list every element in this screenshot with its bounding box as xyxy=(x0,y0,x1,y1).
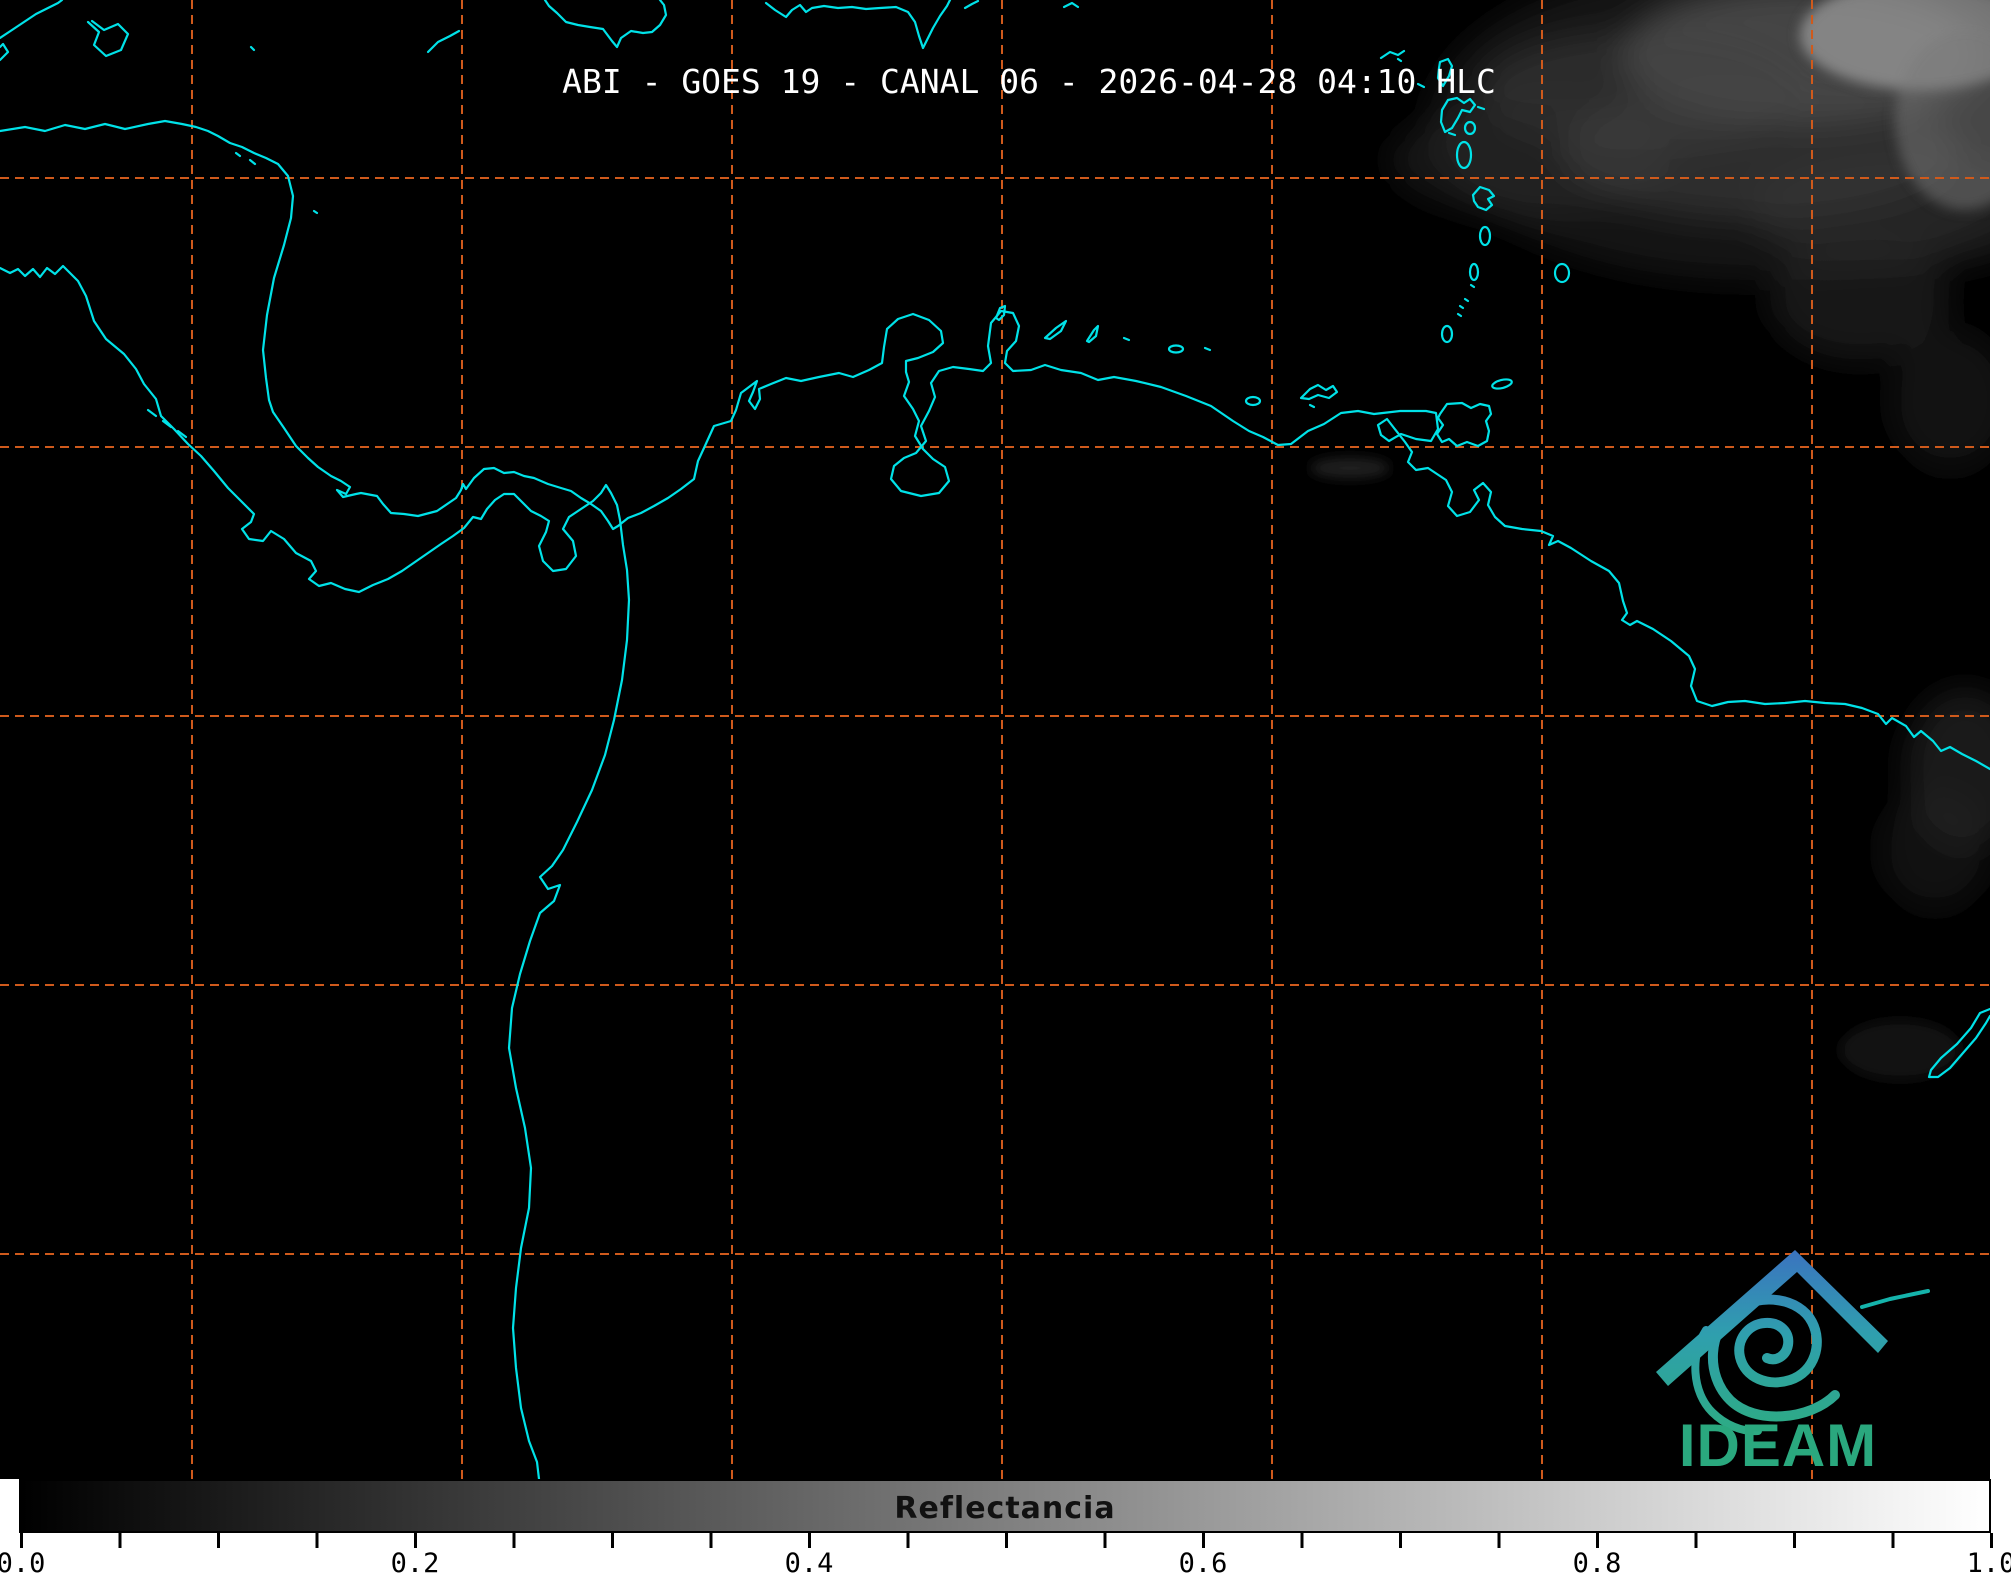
colorbar-ticks xyxy=(19,1533,1994,1548)
colorbar-label: Reflectancia xyxy=(894,1491,1116,1526)
colorbar-tick-label: 0.4 xyxy=(784,1548,834,1577)
colorbar-tick-label: 0.8 xyxy=(1572,1548,1622,1577)
image-title: ABI - GOES 19 - CANAL 06 - 2026-04-28 04… xyxy=(562,62,1496,101)
colorbar-tick-label: 1.0 xyxy=(1966,1548,2011,1577)
colorbar-tick-label: 0.6 xyxy=(1178,1548,1228,1577)
ideam-logo-text: IDEAM xyxy=(1678,1412,1878,1479)
colorbar-tick-label: 0.2 xyxy=(390,1548,440,1577)
colorbar-tick-label: 0.0 xyxy=(0,1548,46,1577)
satellite-image-viewport: ABI - GOES 19 - CANAL 06 - 2026-04-28 04… xyxy=(0,0,2011,1577)
map-canvas xyxy=(0,0,2011,1577)
